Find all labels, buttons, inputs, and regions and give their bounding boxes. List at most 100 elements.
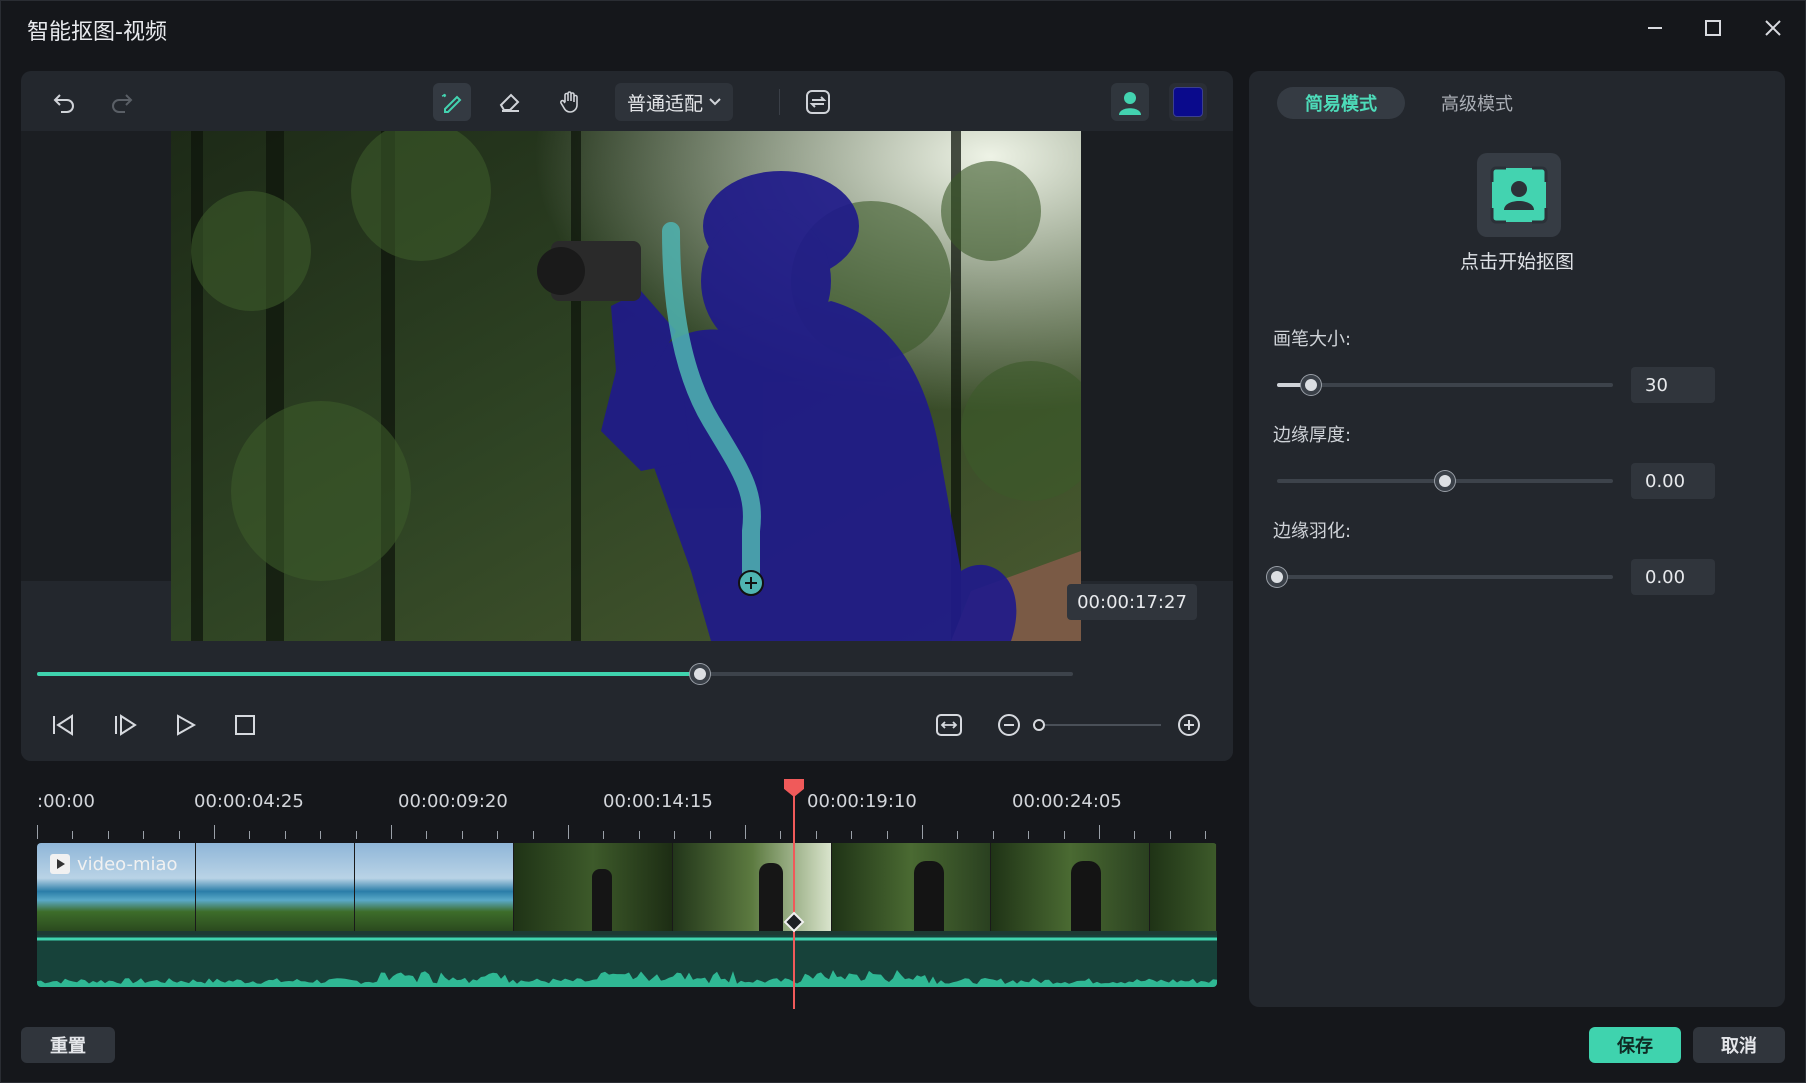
undo-button[interactable] xyxy=(45,83,83,121)
brush-size-input[interactable]: 30 xyxy=(1631,367,1715,403)
eraser-icon xyxy=(499,93,520,112)
zoom-in-button[interactable] xyxy=(1173,709,1205,741)
zoom-slider[interactable] xyxy=(1033,719,1161,731)
ruler-tick xyxy=(1063,831,1065,839)
redo-icon xyxy=(112,94,133,113)
ruler-tick xyxy=(461,831,463,839)
undo-icon xyxy=(53,94,74,113)
ruler-tick xyxy=(709,831,711,839)
edge-feather-input[interactable]: 0.00 xyxy=(1631,559,1715,595)
ruler-tick xyxy=(178,831,180,839)
slider-knob[interactable] xyxy=(1435,471,1455,491)
waveform-art xyxy=(37,937,1217,987)
close-button[interactable] xyxy=(1753,11,1793,45)
video-track[interactable]: video-miao xyxy=(37,843,1217,987)
play-icon xyxy=(177,714,197,736)
ruler-tick xyxy=(851,831,853,839)
clip-name: video-miao xyxy=(77,853,178,875)
progress-knob[interactable] xyxy=(690,664,711,684)
ruler-tick xyxy=(992,831,994,839)
ruler-tick xyxy=(72,831,74,839)
thumbnail-forest xyxy=(991,843,1150,931)
ruler-tick xyxy=(249,831,251,839)
maximize-icon xyxy=(1705,20,1721,36)
stop-icon xyxy=(235,715,255,735)
mask-color-button[interactable] xyxy=(1169,83,1207,121)
ruler-tick xyxy=(107,831,109,839)
playback-bar xyxy=(21,641,1233,761)
ruler-tick xyxy=(143,831,145,839)
ruler-tick xyxy=(674,831,676,839)
brush-size-label: 画笔大小: xyxy=(1273,329,1352,350)
settings-panel: 简易模式 高级模式 点击开始抠图 画笔大小: 30 边缘厚度: 0.00 边缘羽… xyxy=(1249,71,1785,1007)
slider-knob[interactable] xyxy=(1300,375,1321,395)
portrait-select-icon xyxy=(1490,166,1548,224)
ruler-tick xyxy=(638,831,640,839)
ruler-tick xyxy=(780,831,782,839)
fit-mode-label: 普通适配 xyxy=(627,92,704,115)
edge-thickness-input[interactable]: 0.00 xyxy=(1631,463,1715,499)
video-frame[interactable] xyxy=(171,131,1081,641)
ruler-label: :00:00 xyxy=(37,791,95,812)
play-button[interactable] xyxy=(169,709,201,741)
swap-button[interactable] xyxy=(799,83,837,121)
edge-feather-slider[interactable] xyxy=(1267,567,1613,587)
edge-feather-label: 边缘羽化: xyxy=(1273,521,1352,542)
playhead[interactable] xyxy=(783,779,805,1009)
ruler-tick xyxy=(957,831,959,839)
save-button[interactable]: 保存 xyxy=(1589,1027,1681,1063)
fit-timeline-button[interactable] xyxy=(933,709,965,741)
ruler-tick xyxy=(1205,831,1207,839)
clip-label: video-miao xyxy=(49,853,178,875)
smart-brush-button[interactable] xyxy=(433,83,471,121)
stop-button[interactable] xyxy=(229,709,261,741)
person-mask-button[interactable] xyxy=(1111,83,1149,121)
next-frame-button[interactable] xyxy=(109,709,141,741)
maximize-button[interactable] xyxy=(1693,11,1733,45)
thumbnail-beach xyxy=(355,843,514,931)
ruler-tick xyxy=(568,825,569,839)
redo-button[interactable] xyxy=(103,83,141,121)
ruler-tick xyxy=(497,831,499,839)
smart-cutout-window: 智能抠图-视频 普通适配 00:00:17:27:00:00 00:00:04… xyxy=(0,0,1806,1083)
thumbnail-forest xyxy=(832,843,991,931)
timeline-ruler[interactable]: :00:00 00:00:04:25 00:00:09:20 00:00:14:… xyxy=(37,791,1217,839)
keyframe-diamond-icon[interactable] xyxy=(783,911,805,933)
zoom-knob[interactable] xyxy=(1033,719,1045,731)
ruler-label: 00:00:24:05 xyxy=(1012,791,1122,812)
tab-advanced-mode[interactable]: 高级模式 xyxy=(1413,87,1541,119)
ruler-tick xyxy=(1169,831,1171,839)
video-frame-image xyxy=(171,131,1081,641)
mask-color-swatch xyxy=(1173,87,1203,117)
prev-frame-button[interactable] xyxy=(47,709,79,741)
thumbnail-forest xyxy=(1150,843,1217,931)
ruler-tick xyxy=(886,831,888,839)
cancel-button[interactable]: 取消 xyxy=(1693,1027,1785,1063)
minimize-button[interactable] xyxy=(1635,11,1675,45)
zoom-out-button[interactable] xyxy=(993,709,1025,741)
tab-simple-mode[interactable]: 简易模式 xyxy=(1277,87,1405,119)
close-icon xyxy=(1765,20,1781,36)
slider-knob[interactable] xyxy=(1267,567,1287,587)
toolbar-divider xyxy=(779,89,780,115)
start-cutout-button[interactable] xyxy=(1477,153,1561,237)
mode-tabs: 简易模式 高级模式 xyxy=(1277,87,1541,119)
edge-thickness-slider[interactable] xyxy=(1277,471,1613,491)
next-frame-icon xyxy=(115,714,137,736)
reset-button[interactable]: 重置 xyxy=(21,1027,115,1063)
prev-frame-icon xyxy=(53,714,73,736)
ruler-label: 00:00:04:25 xyxy=(194,791,304,812)
brush-size-slider[interactable] xyxy=(1277,375,1613,395)
eraser-button[interactable] xyxy=(491,83,529,121)
ruler-tick xyxy=(1099,825,1100,839)
thumbnail-forest xyxy=(673,843,832,931)
hand-tool-button[interactable] xyxy=(551,83,589,121)
video-viewer xyxy=(21,131,1233,641)
fit-mode-select[interactable]: 普通适配 xyxy=(615,83,733,121)
slider-fill xyxy=(1277,479,1445,483)
progress-slider[interactable] xyxy=(37,664,1073,684)
ruler-label: 00:00:19:10 xyxy=(807,791,917,812)
video-clip-icon xyxy=(50,854,70,874)
fit-width-icon xyxy=(936,714,962,736)
person-icon xyxy=(1119,92,1141,115)
